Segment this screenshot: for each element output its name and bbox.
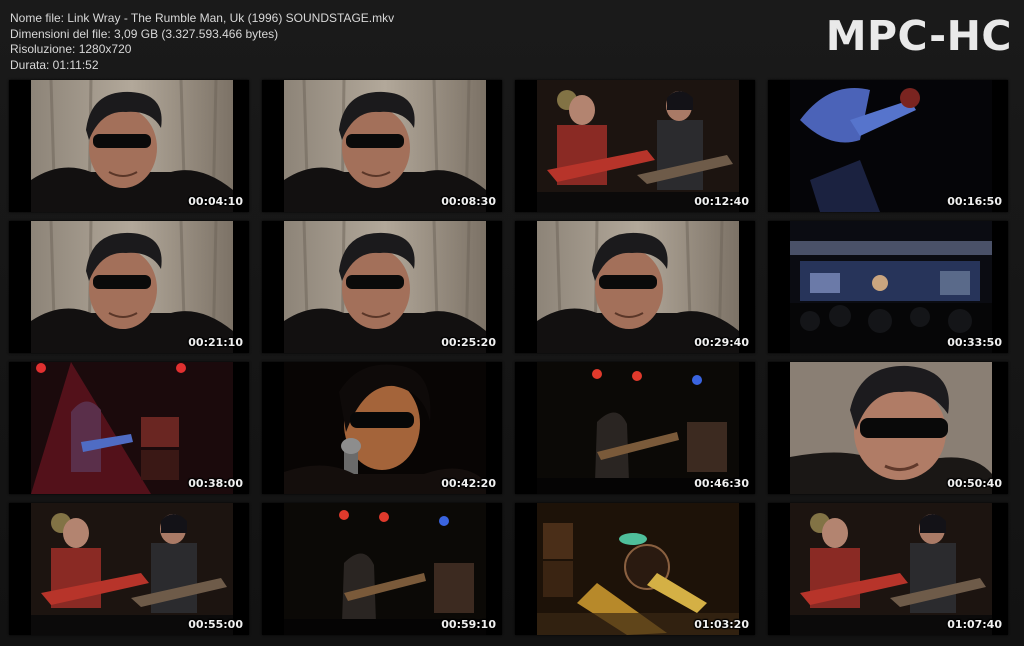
- video-frame-image: [790, 221, 992, 353]
- timestamp-label: 01:07:40: [947, 618, 1002, 631]
- video-frame-image: [537, 503, 739, 635]
- timestamp-label: 00:42:20: [441, 477, 496, 490]
- video-frame-image: [790, 503, 992, 635]
- thumbnail: 00:04:10: [9, 80, 249, 212]
- timestamp-label: 00:55:00: [188, 618, 243, 631]
- thumbnail-grid: 00:04:10 00:08:30 00:12:40 00:16:50 00:2…: [9, 80, 1015, 635]
- video-frame-image: [31, 221, 233, 353]
- thumbnail: 01:07:40: [768, 503, 1008, 635]
- timestamp-label: 00:21:10: [188, 336, 243, 349]
- thumbnail: 00:33:50: [768, 221, 1008, 353]
- thumbnail: 00:46:30: [515, 362, 755, 494]
- video-frame-image: [31, 80, 233, 212]
- timestamp-label: 00:33:50: [947, 336, 1002, 349]
- timestamp-label: 00:16:50: [947, 195, 1002, 208]
- thumbnail: 01:03:20: [515, 503, 755, 635]
- thumbnail: 00:25:20: [262, 221, 502, 353]
- video-frame-image: [284, 221, 486, 353]
- thumbnail: 00:21:10: [9, 221, 249, 353]
- video-frame-image: [790, 362, 992, 494]
- duration-text: Durata: 01:11:52: [10, 57, 99, 72]
- video-frame-image: [284, 503, 486, 635]
- file-info-block: Nome file: Link Wray - The Rumble Man, U…: [10, 11, 394, 73]
- timestamp-label: 00:38:00: [188, 477, 243, 490]
- thumbnail: 00:59:10: [262, 503, 502, 635]
- thumbnail-sheet: Nome file: Link Wray - The Rumble Man, U…: [0, 0, 1024, 646]
- thumbnail: 00:42:20: [262, 362, 502, 494]
- thumbnail: 00:50:40: [768, 362, 1008, 494]
- timestamp-label: 00:25:20: [441, 336, 496, 349]
- timestamp-label: 00:59:10: [441, 618, 496, 631]
- video-frame-image: [537, 362, 739, 494]
- timestamp-label: 00:08:30: [441, 195, 496, 208]
- video-frame-image: [537, 80, 739, 212]
- video-frame-image: [284, 80, 486, 212]
- mpc-hc-logo: MPC-HC: [825, 12, 1012, 60]
- video-frame-image: [284, 362, 486, 494]
- file-size-text: Dimensioni del file: 3,09 GB (3.327.593.…: [10, 26, 279, 41]
- thumbnail: 00:55:00: [9, 503, 249, 635]
- video-frame-image: [31, 503, 233, 635]
- thumbnail: 00:29:40: [515, 221, 755, 353]
- thumbnail: 00:38:00: [9, 362, 249, 494]
- thumbnail: 00:12:40: [515, 80, 755, 212]
- timestamp-label: 01:03:20: [694, 618, 749, 631]
- timestamp-label: 00:04:10: [188, 195, 243, 208]
- file-name-text: Nome file: Link Wray - The Rumble Man, U…: [10, 11, 395, 25]
- thumbnail: 00:16:50: [768, 80, 1008, 212]
- video-frame-image: [31, 362, 233, 494]
- thumbnail: 00:08:30: [262, 80, 502, 212]
- timestamp-label: 00:46:30: [694, 477, 749, 490]
- timestamp-label: 00:50:40: [947, 477, 1002, 490]
- timestamp-label: 00:29:40: [694, 336, 749, 349]
- video-frame-image: [537, 221, 739, 353]
- video-frame-image: [790, 80, 992, 212]
- resolution-text: Risoluzione: 1280x720: [10, 42, 132, 56]
- timestamp-label: 00:12:40: [694, 195, 749, 208]
